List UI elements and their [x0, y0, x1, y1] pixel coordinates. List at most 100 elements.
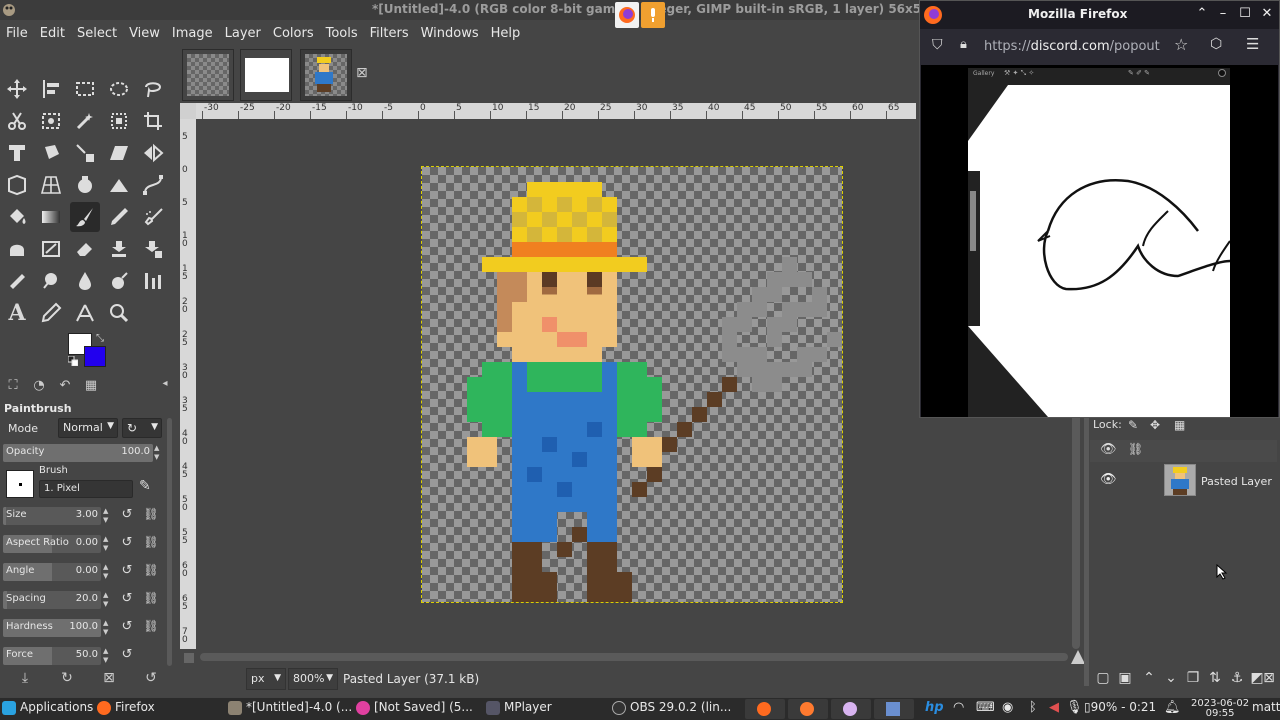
menu-file[interactable]: File — [0, 22, 34, 46]
bucket-fill-icon[interactable] — [2, 202, 32, 232]
duplicate-layer-icon[interactable]: ❐ — [1182, 670, 1204, 690]
paths-icon[interactable] — [138, 170, 168, 200]
aspect-spin-icon[interactable]: ▲ ▼ — [103, 535, 113, 553]
unified-transform-icon[interactable] — [2, 138, 32, 168]
perspective-icon[interactable] — [36, 170, 66, 200]
undo-history-tab-icon[interactable]: ↶ — [54, 378, 76, 398]
discord-popout-content[interactable]: Gallery ⚒ ✦ ⤡ ✧ ✎ ✐ ✎ — [921, 65, 1278, 417]
spacing-reset-icon[interactable]: ↺ — [118, 591, 136, 609]
new-layer-icon[interactable]: ▢ — [1092, 670, 1114, 690]
panel-separator[interactable] — [1084, 418, 1089, 686]
quick-mask-toggle-icon[interactable] — [184, 653, 194, 663]
bluetooth-icon[interactable]: ᛒ — [1029, 700, 1037, 718]
hp-icon[interactable]: hp — [925, 700, 944, 718]
aspect-ratio-slider[interactable]: Aspect Ratio 0.00 — [3, 535, 101, 553]
close-image-tab-icon[interactable]: ⊠ — [356, 65, 368, 81]
image-tab-sketch[interactable] — [182, 49, 234, 101]
lock-pixels-icon[interactable]: ✎ — [1128, 418, 1138, 432]
gradient-icon[interactable] — [36, 202, 66, 232]
url-text[interactable]: https://discord.com/popout — [984, 39, 1160, 54]
device-status-tab-icon[interactable]: ◔ — [28, 378, 50, 398]
blur-icon[interactable] — [36, 266, 66, 296]
brush-name-field[interactable]: 1. Pixel — [39, 480, 133, 498]
images-tab-icon[interactable]: ▦ — [80, 378, 102, 398]
close-icon[interactable]: ✕ — [1258, 6, 1276, 24]
force-spin-icon[interactable]: ▲ ▼ — [103, 647, 113, 665]
shield-icon[interactable]: ⛉ — [932, 37, 943, 53]
size-spin-icon[interactable]: ▲ ▼ — [103, 507, 113, 525]
opacity-spin-icon[interactable]: ▲ ▼ — [154, 444, 164, 462]
navigate-icon[interactable] — [1071, 650, 1085, 664]
tool-options-tab-icon[interactable]: ⛶ — [2, 378, 24, 398]
gamepad-icon[interactable]: ⌨ — [976, 700, 995, 718]
lasso-icon[interactable] — [138, 74, 168, 104]
reset-options-icon[interactable]: ↺ — [140, 670, 162, 690]
hardness-spin-icon[interactable]: ▲ ▼ — [103, 619, 113, 637]
applications-menu[interactable]: Applications — [2, 700, 93, 720]
launcher-firefox[interactable] — [745, 699, 785, 719]
swap-colors-icon[interactable]: ⤡ — [96, 333, 104, 344]
paintbrush-icon[interactable] — [70, 202, 100, 232]
menu-image[interactable]: Image — [166, 22, 219, 46]
microphone-icon[interactable]: 🎙︎ — [1066, 700, 1083, 718]
taskbar-item-obs[interactable]: OBS 29.0.2 (lin... — [612, 700, 731, 720]
force-slider[interactable]: Force 50.0 — [3, 647, 101, 665]
firefox-window[interactable]: Mozilla Firefox ⌃ – ☐ ✕ ⛉ 🔒︎ https://dis… — [919, 0, 1280, 418]
measure-icon[interactable] — [70, 298, 100, 328]
flip-icon[interactable] — [138, 138, 168, 168]
clock[interactable]: 2023-06-02 09:55 — [1191, 699, 1249, 719]
menu-layer[interactable]: Layer — [219, 22, 267, 46]
levels-tool-icon[interactable] — [138, 266, 168, 296]
rect-select-icon[interactable] — [70, 74, 100, 104]
menu-filters[interactable]: Filters — [364, 22, 415, 46]
default-colors-icon[interactable] — [68, 356, 78, 366]
text-tool-icon[interactable]: A — [2, 298, 32, 328]
volume-muted-icon[interactable]: ◀ — [1049, 700, 1059, 718]
move-tool-icon[interactable] — [2, 74, 32, 104]
anchor-layer-icon[interactable]: ⚓︎ — [1226, 670, 1248, 690]
scissors-icon[interactable] — [2, 106, 32, 136]
brush-preview[interactable] — [6, 470, 34, 498]
foreground-select-icon[interactable] — [36, 106, 66, 136]
horizontal-scrollbar[interactable] — [200, 653, 1068, 661]
mode-dropdown[interactable]: Normal ▼ — [58, 418, 118, 438]
mode-reset-dropdown[interactable]: ↻ ▼ — [122, 418, 162, 438]
color-picker-icon[interactable] — [36, 298, 66, 328]
wifi-icon[interactable]: ◠ — [953, 700, 964, 718]
zoom-dropdown[interactable]: 800% ▼ — [288, 668, 338, 690]
spacing-link-icon[interactable]: ⛓ — [142, 591, 160, 609]
force-reset-icon[interactable]: ↺ — [118, 647, 136, 665]
aspect-link-icon[interactable]: ⛓ — [142, 535, 160, 553]
taskbar-item-mplayer[interactable]: MPlayer — [486, 700, 552, 720]
menu-icon[interactable]: ☰ — [1246, 35, 1259, 53]
rotate-icon[interactable] — [36, 138, 66, 168]
menu-tools[interactable]: Tools — [320, 22, 364, 46]
firefox-titlebar[interactable]: Mozilla Firefox ⌃ – ☐ ✕ — [920, 1, 1279, 29]
taskbar-item-not-saved[interactable]: [Not Saved] (5... — [356, 700, 473, 720]
launcher-firefox-2[interactable] — [788, 699, 828, 719]
aspect-reset-icon[interactable]: ↺ — [118, 535, 136, 553]
warp-transform-icon[interactable] — [70, 170, 100, 200]
vertical-ruler[interactable]: 5 0 5 10 15 20 25 30 35 40 45 50 55 60 65 70 — [180, 119, 196, 649]
menu-select[interactable]: Select — [71, 22, 123, 46]
restore-options-icon[interactable]: ↻ — [56, 670, 78, 690]
layer-row-pasted[interactable]: 👁︎ Pasted Layer — [1090, 464, 1277, 500]
save-options-icon[interactable]: ⤓ — [14, 670, 36, 690]
angle-reset-icon[interactable]: ↺ — [118, 563, 136, 581]
clone-icon[interactable] — [104, 234, 134, 264]
shear-icon[interactable] — [104, 138, 134, 168]
airbrush-icon[interactable] — [138, 202, 168, 232]
image-tab-white[interactable] — [240, 49, 292, 101]
fuzzy-select-icon[interactable] — [70, 106, 100, 136]
eraser-icon[interactable] — [70, 234, 100, 264]
hardness-slider[interactable]: Hardness 100.0 — [3, 619, 101, 637]
angle-slider[interactable]: Angle 0.00 — [3, 563, 101, 581]
layer-visibility-eye-icon[interactable]: 👁︎ — [1100, 472, 1117, 487]
battery-indicator[interactable]: ▯90% - 0:21 — [1084, 700, 1156, 718]
opacity-slider[interactable]: Opacity 100.0 — [3, 444, 153, 462]
menu-help[interactable]: Help — [485, 22, 527, 46]
mypaint-brush-icon[interactable] — [36, 234, 66, 264]
align-tool-icon[interactable] — [36, 74, 66, 104]
menu-view[interactable]: View — [123, 22, 166, 46]
taskbar-item-gimp[interactable]: *[Untitled]-4.0 (... — [228, 700, 352, 720]
